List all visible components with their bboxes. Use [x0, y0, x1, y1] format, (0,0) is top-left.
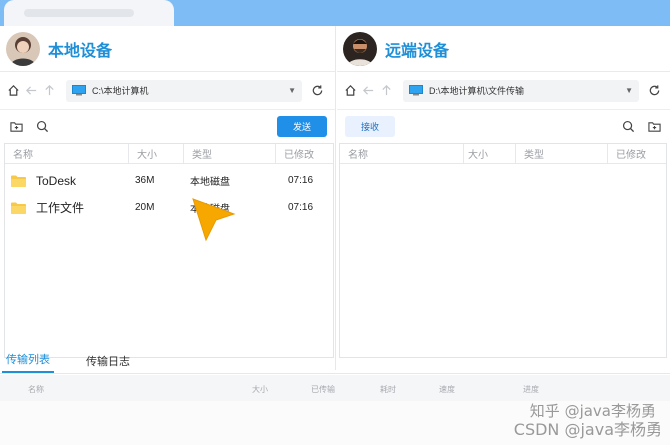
watermark-csdn: CSDN @java李杨勇: [513, 420, 662, 439]
remote-address-row: D:\本地计算机\文件传输 ▼: [337, 72, 670, 110]
pointer-cursor-icon: [192, 198, 236, 242]
window-titlebar: [0, 0, 670, 26]
remote-avatar: [343, 31, 377, 66]
file-row[interactable]: 工作文件 20M 本地磁盘 07:16: [5, 194, 333, 221]
back-arrow-icon[interactable]: [359, 82, 377, 100]
remote-path-text: D:\本地计算机\文件传输: [429, 86, 525, 96]
local-path-input[interactable]: C:\本地计算机 ▼: [66, 79, 302, 102]
up-arrow-icon[interactable]: [377, 82, 395, 100]
chevron-down-icon[interactable]: ▼: [288, 86, 296, 95]
home-icon[interactable]: [4, 82, 22, 100]
file-modified: 07:16: [288, 175, 314, 186]
local-file-list-header: 名称 大小 类型 已修改: [5, 144, 333, 164]
remote-file-list-header: 名称 大小 类型 已修改: [340, 144, 666, 164]
column-type[interactable]: 类型: [516, 144, 608, 163]
remote-device-title: 远端设备: [385, 42, 450, 60]
back-arrow-icon[interactable]: [22, 82, 40, 100]
file-type: 本地磁盘: [190, 177, 230, 188]
column-size[interactable]: 大小: [464, 144, 516, 163]
file-name: 工作文件: [36, 201, 85, 215]
column-size: 大小: [252, 385, 268, 394]
column-name[interactable]: 名称: [5, 144, 129, 163]
send-button[interactable]: 发送: [277, 115, 327, 137]
column-elapsed: 耗时: [380, 385, 396, 394]
tab-transfer-log[interactable]: 传输日志: [82, 353, 134, 373]
tab-label-placeholder: [24, 9, 134, 17]
folder-icon: [11, 202, 26, 214]
local-file-list: 名称 大小 类型 已修改 ToDesk 36M 本地磁盘 07:16 工作文件 …: [4, 143, 334, 358]
up-arrow-icon[interactable]: [40, 82, 58, 100]
search-icon[interactable]: [620, 118, 636, 134]
folder-icon: [11, 175, 26, 187]
column-modified[interactable]: 已修改: [608, 144, 666, 163]
local-device-pane: 本地设备 C:\本地计算机 ▼ 发送 名称 大小 类型 已修改 ToDesk 3…: [0, 26, 336, 370]
remote-file-list: 名称 大小 类型 已修改: [339, 143, 667, 358]
new-folder-icon[interactable]: [646, 118, 662, 134]
computer-icon: [409, 85, 423, 96]
remote-device-header: 远端设备: [337, 26, 670, 72]
new-folder-icon[interactable]: [8, 118, 24, 134]
remote-toolbar: 接收: [337, 110, 670, 142]
receive-button[interactable]: 接收: [345, 115, 395, 137]
remote-path-input[interactable]: D:\本地计算机\文件传输 ▼: [403, 79, 639, 102]
remote-device-pane: 远端设备 D:\本地计算机\文件传输 ▼ 接收 名称 大小 类型 已修改: [337, 26, 670, 370]
file-row[interactable]: ToDesk 36M 本地磁盘 07:16: [5, 167, 333, 194]
local-device-header: 本地设备: [0, 26, 335, 72]
column-progress: 进度: [523, 385, 539, 394]
tab-transfer-list[interactable]: 传输列表: [2, 351, 54, 373]
column-modified[interactable]: 已修改: [276, 144, 333, 163]
file-size: 36M: [135, 175, 155, 186]
local-toolbar: 发送: [0, 110, 335, 142]
local-avatar: [6, 31, 40, 66]
computer-icon: [72, 85, 86, 96]
column-name[interactable]: 名称: [340, 144, 464, 163]
column-size[interactable]: 大小: [129, 144, 184, 163]
home-icon[interactable]: [341, 82, 359, 100]
file-name: ToDesk: [36, 173, 77, 188]
chevron-down-icon[interactable]: ▼: [625, 86, 633, 95]
refresh-icon[interactable]: [308, 82, 326, 100]
file-modified: 07:16: [288, 202, 314, 213]
refresh-icon[interactable]: [645, 82, 663, 100]
transfer-tabs: 传输列表 传输日志: [0, 350, 670, 374]
search-icon[interactable]: [34, 118, 50, 134]
local-address-row: C:\本地计算机 ▼: [0, 72, 335, 110]
column-speed: 速度: [439, 385, 455, 394]
transfer-list-header: 名称 大小 已传输 耗时 速度 进度: [0, 375, 670, 401]
local-device-title: 本地设备: [48, 42, 113, 60]
local-path-text: C:\本地计算机: [92, 86, 149, 96]
column-name: 名称: [28, 385, 44, 394]
window-tab[interactable]: [4, 0, 174, 26]
column-type[interactable]: 类型: [184, 144, 276, 163]
file-size: 20M: [135, 202, 155, 213]
column-transferred: 已传输: [311, 385, 335, 394]
